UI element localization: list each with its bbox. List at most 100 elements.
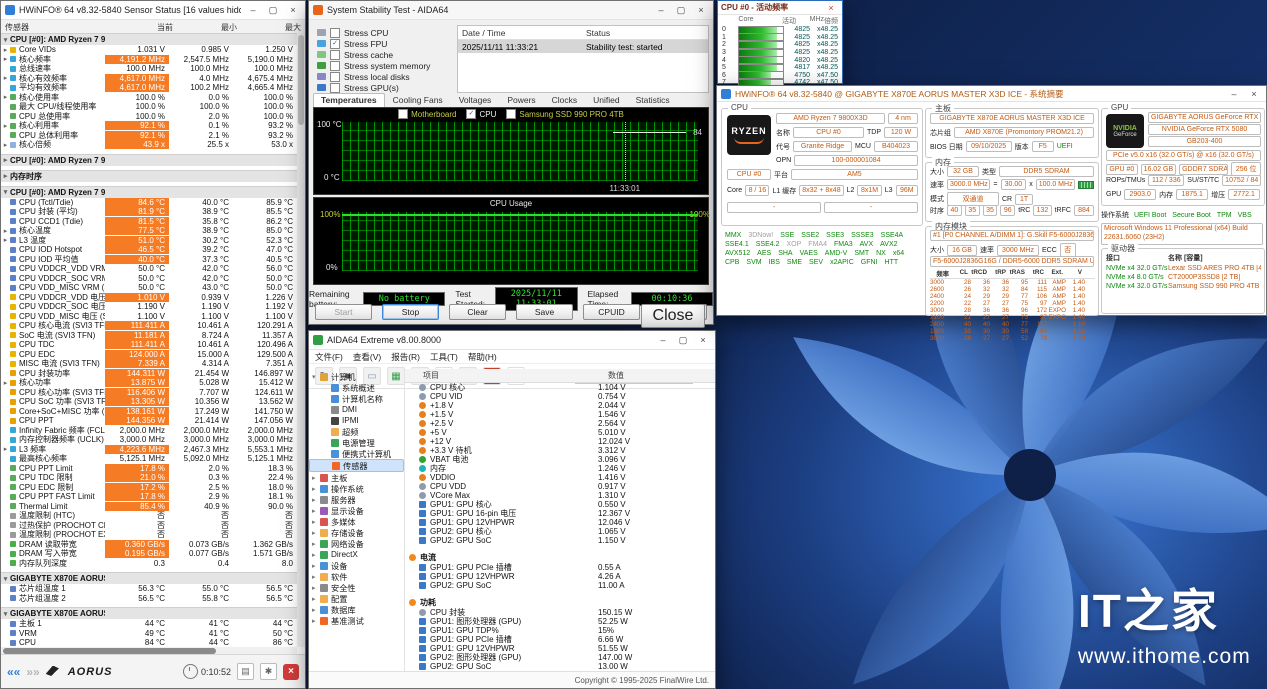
- tree-item[interactable]: ▸ 网络设备: [309, 538, 404, 549]
- tree-expander-icon[interactable]: ▸: [312, 573, 320, 581]
- sst-tab[interactable]: Temperatures: [313, 93, 385, 107]
- close-button[interactable]: Close: [641, 304, 705, 328]
- expander-icon[interactable]: ▸: [1, 141, 10, 149]
- menu-item[interactable]: 报告(R): [391, 351, 420, 363]
- legend-checkbox[interactable]: [398, 109, 408, 119]
- sensor-row[interactable]: ▾ CPU [#0]: AMD Ryzen 7 9800X3D: [1, 33, 297, 45]
- stress-option[interactable]: Stress system memory: [317, 60, 430, 71]
- legend-item[interactable]: Motherboard: [398, 109, 456, 119]
- tree-expander-icon[interactable]: ▸: [312, 584, 320, 592]
- sst-button[interactable]: Save: [516, 304, 573, 320]
- sst-tab[interactable]: Cooling Fans: [385, 93, 451, 107]
- expander-icon[interactable]: ▸: [1, 172, 10, 180]
- tree-item[interactable]: 电源管理: [309, 437, 404, 448]
- panel-row[interactable]: +2.5 V 2.564 V: [405, 419, 715, 428]
- expander-icon[interactable]: ▸: [1, 236, 10, 244]
- panel-row[interactable]: +1.5 V 1.546 V: [405, 410, 715, 419]
- legend-item[interactable]: CPU: [466, 109, 496, 119]
- vertical-scrollbar[interactable]: [297, 33, 305, 647]
- legend-item[interactable]: Samsung SSD 990 PRO 4TB: [506, 109, 624, 119]
- checkbox[interactable]: [330, 83, 340, 93]
- sensor-row[interactable]: ▸ 核心倍频 43.9 x 25.5 x 53.0 x: [1, 140, 297, 150]
- expander-icon[interactable]: ▸: [1, 46, 10, 54]
- maximize-icon[interactable]: ▢: [675, 335, 691, 346]
- expander-icon[interactable]: ▾: [1, 610, 10, 618]
- stress-option[interactable]: Stress cache: [317, 49, 430, 60]
- tree-item[interactable]: ▸ 多媒体: [309, 516, 404, 527]
- drive-row[interactable]: NVMe x4 8.0 GT/s CT2000P3SSD8 [2 TB]: [1106, 273, 1261, 282]
- legend-checkbox[interactable]: [466, 109, 476, 119]
- menu-item[interactable]: 工具(T): [430, 351, 458, 363]
- page-forward-icon[interactable]: »»: [26, 665, 39, 679]
- page-back-icon[interactable]: ««: [7, 665, 20, 679]
- sensor-row[interactable]: CPU IOD 平均值 40.0 °C 37.3 °C 40.5 °C: [1, 255, 297, 265]
- sensor-row[interactable]: CPU TDC 111.411 A 10.461 A 120.496 A: [1, 340, 297, 350]
- stress-option[interactable]: Stress FPU: [317, 38, 430, 49]
- cpu-combo-2[interactable]: -: [824, 202, 918, 213]
- sensor-row[interactable]: CPU 84 °C 44 °C 86 °C: [1, 638, 297, 647]
- sensor-row[interactable]: 最高核心频率 5,125.1 MHz 5,092.0 MHz 5,125.1 M…: [1, 454, 297, 464]
- sensor-row[interactable]: ▸ CPU [#0]: AMD Ryzen 7 9800X3D: C State…: [1, 154, 297, 166]
- maximize-icon[interactable]: ▢: [673, 5, 689, 16]
- tree-expander-icon[interactable]: ▸: [312, 485, 320, 493]
- log-row[interactable]: 2025/11/11 11:33:21 Stability test: star…: [458, 40, 708, 53]
- tree-item[interactable]: ▸ 软件: [309, 571, 404, 582]
- legend-checkbox[interactable]: [506, 109, 516, 119]
- expander-icon[interactable]: ▾: [1, 575, 10, 583]
- close-icon[interactable]: ×: [285, 5, 301, 15]
- sensor-row[interactable]: 内存队列深度 0.3 0.4 8.0: [1, 559, 297, 569]
- tree-item[interactable]: ▸ 主板: [309, 472, 404, 483]
- stress-option[interactable]: Stress local disks: [317, 71, 430, 82]
- panel-row[interactable]: CPU 核心 1.104 V: [405, 383, 715, 392]
- sensor-row[interactable]: ▸ L3 温度 51.0 °C 30.2 °C 52.3 °C: [1, 236, 297, 246]
- expander-icon[interactable]: ▾: [1, 36, 10, 44]
- panel-row[interactable]: GPU1: GPU PCIe 插槽 0.55 A: [405, 563, 715, 572]
- maximize-icon[interactable]: ▢: [265, 5, 281, 16]
- expander-icon[interactable]: ▸: [1, 156, 10, 164]
- checkbox[interactable]: [330, 50, 340, 60]
- panel-row[interactable]: GPU2: 图形处理器 (GPU) 147.00 W: [405, 653, 715, 662]
- panel-row[interactable]: GPU2: GPU SoC 13.00 W: [405, 662, 715, 671]
- tree-item[interactable]: ▸ 显示设备: [309, 505, 404, 516]
- expander-icon[interactable]: ▸: [1, 74, 10, 82]
- panel-row[interactable]: GPU2: GPU 核心 1.065 V: [405, 527, 715, 536]
- menu-item[interactable]: 帮助(H): [468, 351, 497, 363]
- sensor-list[interactable]: ▾ CPU [#0]: AMD Ryzen 7 9800X3D ▸ Core V…: [1, 33, 297, 647]
- tree-item[interactable]: ▸ 操作系统: [309, 483, 404, 494]
- tree-item[interactable]: ▾ 计算机: [309, 371, 404, 382]
- panel-row[interactable]: GPU2: GPU SoC 1.150 V: [405, 536, 715, 545]
- panel-row[interactable]: CPU VID 0.754 V: [405, 392, 715, 401]
- tree-item[interactable]: 便携式计算机: [309, 448, 404, 459]
- tree-item[interactable]: ▸ 存储设备: [309, 527, 404, 538]
- tree-item[interactable]: ▸ 配置: [309, 593, 404, 604]
- sensor-row[interactable]: CPU VDDCR_VDD VRM (SVI3 TFN) 50.0 °C 42.…: [1, 264, 297, 274]
- aida-nav-tree[interactable]: ▾ 计算机 系统概述 计算机名称 DMI IPMI: [309, 369, 405, 672]
- sensor-row[interactable]: CPU EDC 限制 17.2 % 2.5 % 18.0 %: [1, 483, 297, 493]
- stress-option[interactable]: Stress CPU: [317, 27, 430, 38]
- panel-row[interactable]: GPU1: GPU PCIe 插槽 6.66 W: [405, 635, 715, 644]
- expander-icon[interactable]: ▸: [1, 93, 10, 101]
- sensor-row[interactable]: ▸ 内存时序: [1, 170, 297, 182]
- tree-item[interactable]: 超频: [309, 426, 404, 437]
- tree-expander-icon[interactable]: ▸: [312, 617, 320, 625]
- tree-expander-icon[interactable]: ▸: [312, 529, 320, 537]
- minimize-icon[interactable]: –: [1226, 89, 1242, 99]
- tree-item[interactable]: ▸ 数据库: [309, 604, 404, 615]
- minimize-icon[interactable]: –: [245, 5, 261, 15]
- sensor-row[interactable]: SoC 电流 (SVI3 TFN) 11.181 A 8.724 A 11.35…: [1, 331, 297, 341]
- panel-row[interactable]: VDDIO 1.416 V: [405, 473, 715, 482]
- scrollbar-thumb[interactable]: [298, 35, 304, 125]
- panel-row[interactable]: [405, 590, 715, 593]
- drive-row[interactable]: NVMe x4 32.0 GT/s Samsung SSD 990 PRO 4T…: [1106, 282, 1261, 291]
- tree-expander-icon[interactable]: ▾: [312, 373, 320, 381]
- tree-item[interactable]: ▸ DirectX: [309, 549, 404, 560]
- sst-button[interactable]: Start: [315, 304, 372, 320]
- expander-icon[interactable]: ▸: [1, 379, 10, 387]
- sst-tab[interactable]: Voltages: [451, 93, 500, 107]
- summary-titlebar[interactable]: HWiNFO® 64 v8.32-5840 @ GIGABYTE X870E A…: [717, 86, 1266, 102]
- sensor-row[interactable]: Core+SoC+MISC 功率 (SVI3 TFN) 138.161 W 17…: [1, 407, 297, 417]
- sensor-row[interactable]: VRM 49 °C 41 °C 50 °C: [1, 629, 297, 639]
- panel-row[interactable]: GPU1: 图形处理器 (GPU) 52.25 W: [405, 617, 715, 626]
- sst-button[interactable]: Stop: [382, 304, 439, 320]
- tree-expander-icon[interactable]: ▸: [312, 595, 320, 603]
